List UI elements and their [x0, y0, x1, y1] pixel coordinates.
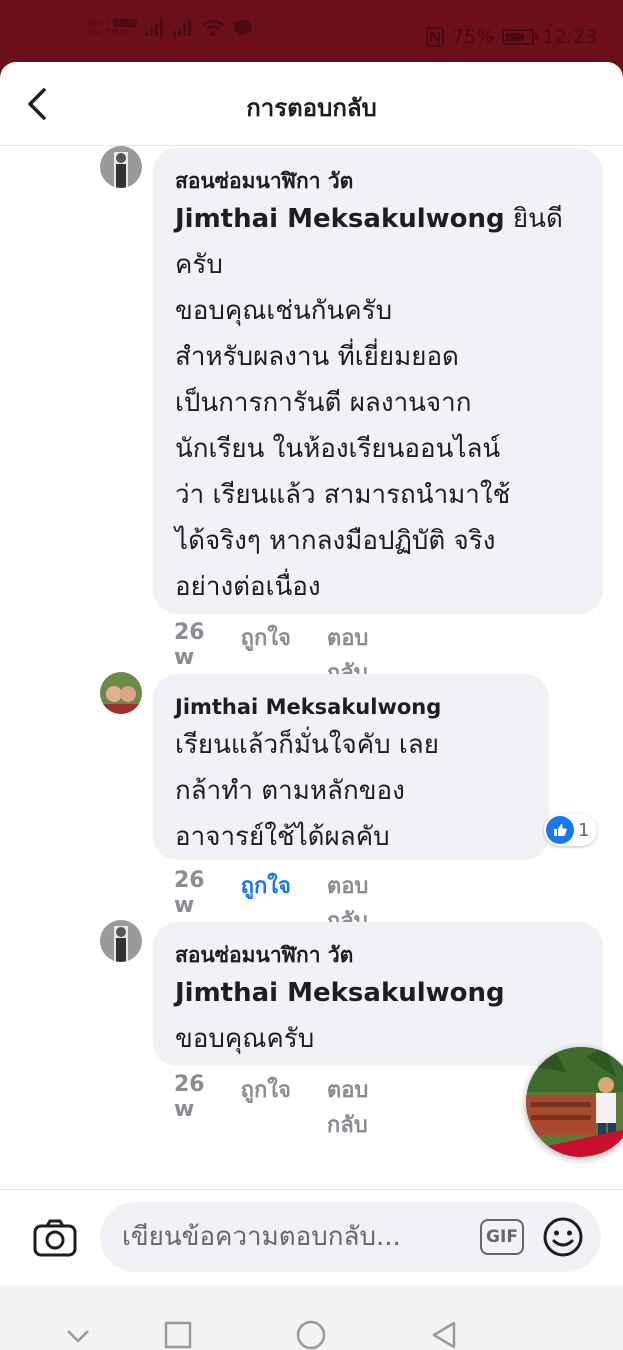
comment-line: ว่า เรียนแล้ว สามารถนำมาใช้ — [175, 480, 511, 510]
carrier-info: dtac-T VoLTE dtac TRUE — [86, 18, 137, 37]
battery-icon — [502, 29, 539, 45]
comment-line: ขอบคุณครับ — [175, 1024, 315, 1054]
carrier-1-name: dtac-T — [86, 18, 111, 27]
replies-sheet: การตอบกลับ สอนซ่อมนาฬิกา วัต Jimthai Mek… — [0, 62, 623, 1350]
carrier-2-name: dtac TRUE — [86, 28, 128, 37]
comment-text: Jimthai Meksakulwong ขอบคุณครับ — [175, 970, 581, 1062]
comment-line: ได้จริงๆ หากลงมือปฏิบัติ จริง — [175, 526, 496, 556]
status-right: 75% 12:23 — [426, 26, 597, 48]
comment-text: Jimthai Meksakulwong ยินดี ครับ ขอบคุณเช… — [175, 196, 581, 610]
reply-composer: GIF — [0, 1189, 623, 1285]
avatar[interactable] — [100, 146, 142, 188]
comment-line: เรียนแล้วก็มั่นใจคับ เลย — [175, 730, 439, 760]
status-bar: dtac-T VoLTE dtac TRUE 75% 12:23 — [0, 0, 623, 62]
avatar[interactable] — [100, 672, 142, 714]
comment-text: เรียนแล้วก็มั่นใจคับ เลย กล้าทำ ตามหลักข… — [175, 722, 527, 860]
status-left: dtac-T VoLTE dtac TRUE — [86, 18, 253, 37]
comment-text-segment: ยินดี — [504, 204, 563, 234]
nav-back-button[interactable] — [424, 1315, 464, 1350]
nfc-icon — [426, 27, 444, 47]
line-app-icon — [233, 19, 252, 37]
comment-line: เป็นการการันตี ผลงานจาก — [175, 388, 472, 418]
nav-home-button[interactable] — [291, 1315, 331, 1350]
nav-recents-button[interactable] — [158, 1315, 198, 1350]
system-nav-bar — [0, 1285, 623, 1350]
gif-button[interactable]: GIF — [480, 1219, 524, 1255]
comment-line: สำหรับผลงาน ที่เยี่ยมยอด — [175, 342, 459, 372]
camera-icon — [33, 1219, 77, 1257]
nav-back-icon — [432, 1321, 456, 1349]
reply-input-container[interactable]: GIF — [100, 1202, 601, 1272]
battery-fill — [506, 33, 525, 41]
comment-line: ขอบคุณเช่นกันครับ — [175, 296, 393, 326]
comment-meta: 26 w ถูกใจ ตอบกลับ — [174, 1072, 368, 1142]
comment-line: นักเรียน ในห้องเรียนออนไลน์ — [175, 434, 501, 464]
avatar[interactable] — [100, 920, 142, 962]
nav-down-button[interactable] — [58, 1315, 98, 1350]
comment-line: ครับ — [175, 250, 223, 280]
comment-bubble[interactable]: Jimthai Meksakulwong เรียนแล้วก็มั่นใจคั… — [153, 674, 549, 860]
reaction-count: 1 — [578, 819, 590, 841]
nav-home-icon — [296, 1320, 326, 1350]
smiley-icon — [543, 1217, 583, 1257]
comment-time: 26 w — [174, 1072, 205, 1122]
header: การตอบกลับ — [0, 62, 623, 146]
like-thumb-icon — [546, 816, 574, 844]
mention-link[interactable]: Jimthai Meksakulwong — [175, 204, 505, 234]
signal-icon — [144, 19, 165, 36]
comment-line: กล้าทำ ตามหลักของ — [175, 776, 405, 806]
comment-bubble[interactable]: สอนซ่อมนาฬิกา วัต Jimthai Meksakulwong ย… — [153, 148, 603, 614]
camera-button[interactable] — [32, 1218, 78, 1258]
signal-2-icon — [172, 19, 193, 36]
mention-link[interactable]: Jimthai Meksakulwong — [175, 978, 505, 1008]
emoji-button[interactable] — [542, 1216, 584, 1258]
wifi-icon — [201, 19, 224, 36]
nav-recents-icon — [164, 1321, 192, 1349]
battery-percent: 75% — [452, 26, 495, 48]
comment-line: อาจารย์ใช้ได้ผลคับ — [175, 822, 390, 852]
like-button[interactable]: ถูกใจ — [241, 1072, 291, 1142]
reply-input[interactable] — [122, 1202, 462, 1272]
comment-author[interactable]: Jimthai Meksakulwong — [175, 692, 527, 722]
page-title: การตอบกลับ — [246, 94, 377, 122]
reaction-summary[interactable]: 1 — [544, 814, 598, 846]
comment-author[interactable]: สอนซ่อมนาฬิกา วัต — [175, 940, 581, 970]
comment-author[interactable]: สอนซ่อมนาฬิกา วัต — [175, 166, 581, 196]
gif-icon: GIF — [486, 1227, 518, 1247]
comment-bubble[interactable]: สอนซ่อมนาฬิกา วัต Jimthai Meksakulwong ข… — [153, 922, 603, 1066]
reply-button[interactable]: ตอบกลับ — [327, 1072, 368, 1142]
nav-down-icon — [67, 1330, 89, 1343]
clock-time: 12:23 — [542, 26, 597, 48]
comment-line: อย่างต่อเนื่อง — [175, 572, 321, 602]
volte-badge: VoLTE — [112, 19, 137, 27]
